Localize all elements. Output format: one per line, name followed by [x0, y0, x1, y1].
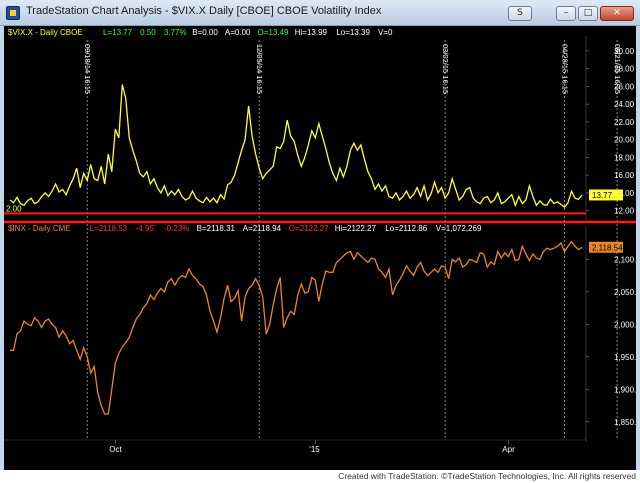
vix-subgraph[interactable]: $VIX.X - Daily CBOE L=13.77 0.50 3.77% B=0.0… — [4, 28, 635, 220]
header-field: Hi=2122.27 — [335, 224, 377, 233]
copyright-text: Created with TradeStation. ©TradeStation… — [338, 471, 636, 481]
axis-tick-label: 12.00 — [614, 207, 635, 216]
axis-tick-label: 2,050.00 — [614, 288, 636, 297]
spx-subgraph[interactable]: $INX - Daily CME L=2118.53 -4.95 -0.23% B=21… — [8, 224, 636, 442]
spx-last-value-badge: 2,118.54 — [589, 241, 623, 253]
header-field: O=2122.27 — [289, 224, 329, 233]
close-button[interactable]: ✕ — [600, 6, 634, 21]
vix-last-value-badge: 13.77 — [589, 189, 623, 201]
spx-series-line[interactable] — [10, 240, 583, 415]
header-field: V=0 — [378, 28, 393, 37]
header-field: A=2118.94 — [243, 224, 282, 233]
axis-tick-label: 20.00 — [614, 136, 635, 145]
header-field: B=0.00 — [192, 28, 218, 37]
axis-tick-label: 16.00 — [614, 171, 635, 180]
header-field: Lo=2112.86 — [385, 224, 427, 233]
chart-canvas[interactable]: 09/18/14 16:15 12/05/14 16:15 03/02/15 16:… — [4, 26, 636, 470]
axis-tick-label: 2,000.00 — [614, 320, 636, 329]
header-field: $INX - Daily CME — [8, 224, 71, 233]
vix-left-marker: 2.00 — [6, 204, 22, 213]
chart-window: TradeStation Chart Analysis - $VIX.X Dai… — [0, 0, 640, 483]
vix-series-line[interactable] — [9, 84, 583, 208]
spx-header: $INX - Daily CME L=2118.53 -4.95 -0.23% B=21… — [8, 224, 482, 233]
header-field: 3.77% — [164, 28, 187, 37]
header-field: $VIX.X - Daily CBOE — [8, 28, 83, 37]
last-value-text: 13.77 — [592, 191, 613, 200]
header-field: O=13.49 — [258, 28, 289, 37]
axis-tick-label: 1,850.00 — [614, 418, 636, 427]
header-field: L=13.77 — [103, 28, 133, 37]
header-field: Hi=13.99 — [295, 28, 328, 37]
header-field: A=0.00 — [225, 28, 251, 37]
axis-tick-label: 1,900.00 — [614, 385, 636, 394]
header-field: L=2118.53 — [90, 224, 128, 233]
header-field: V=1,072,269 — [436, 224, 482, 233]
last-value-text: 2,118.54 — [592, 243, 623, 252]
maximize-button[interactable]: □ — [578, 6, 598, 21]
axis-tick-label: 26.00 — [614, 82, 635, 91]
axis-tick-label: 22.00 — [614, 118, 635, 127]
axis-tick-label: 18.00 — [614, 153, 635, 162]
chart-area[interactable]: 09/18/14 16:15 12/05/14 16:15 03/02/15 16:… — [4, 26, 636, 470]
axis-tick-label: 1,950.00 — [614, 353, 636, 362]
event-markers: 09/18/14 16:15 12/05/14 16:15 03/02/15 16:… — [83, 40, 622, 438]
axis-tick-label: 2,100.00 — [614, 255, 636, 264]
tradestation-app-icon[interactable] — [6, 6, 20, 20]
date-label: Oct — [109, 445, 122, 454]
title-bar[interactable]: TradeStation Chart Analysis - $VIX.X Dai… — [0, 0, 640, 26]
minimize-button[interactable]: – — [556, 6, 576, 21]
event-marker-label: 12/05/14 16:15 — [255, 44, 264, 94]
spx-price-axis[interactable]: 1,850.00 1,900.00 1,950.00 2,000.00 2,050.00… — [585, 226, 636, 442]
event-marker-label: 09/18/14 16:15 — [83, 44, 92, 94]
header-field: -4.95 — [136, 224, 155, 233]
axis-tick-label: 28.00 — [614, 65, 635, 74]
axis-tick-label: 24.00 — [614, 100, 635, 109]
event-marker-label: 04/28/15 16:15 — [560, 44, 569, 94]
vix-header: $VIX.X - Daily CBOE L=13.77 0.50 3.77% B=0.0… — [8, 28, 393, 37]
date-label: Apr — [502, 445, 515, 454]
header-field: 0.50 — [140, 28, 156, 37]
header-field: -0.23% — [164, 224, 189, 233]
symbol-menu-button[interactable]: S — [508, 6, 532, 21]
date-label: '15 — [309, 445, 320, 454]
header-field: B=2118.31 — [197, 224, 236, 233]
axis-tick-label: 30.00 — [614, 47, 635, 56]
window-title: TradeStation Chart Analysis - $VIX.X Dai… — [26, 5, 382, 17]
header-field: Lo=13.39 — [336, 28, 370, 37]
event-marker-label: 03/02/15 16:15 — [441, 44, 450, 94]
footer: Created with TradeStation. ©TradeStation… — [0, 470, 640, 483]
date-axis[interactable]: Oct '15 Apr — [4, 439, 586, 454]
